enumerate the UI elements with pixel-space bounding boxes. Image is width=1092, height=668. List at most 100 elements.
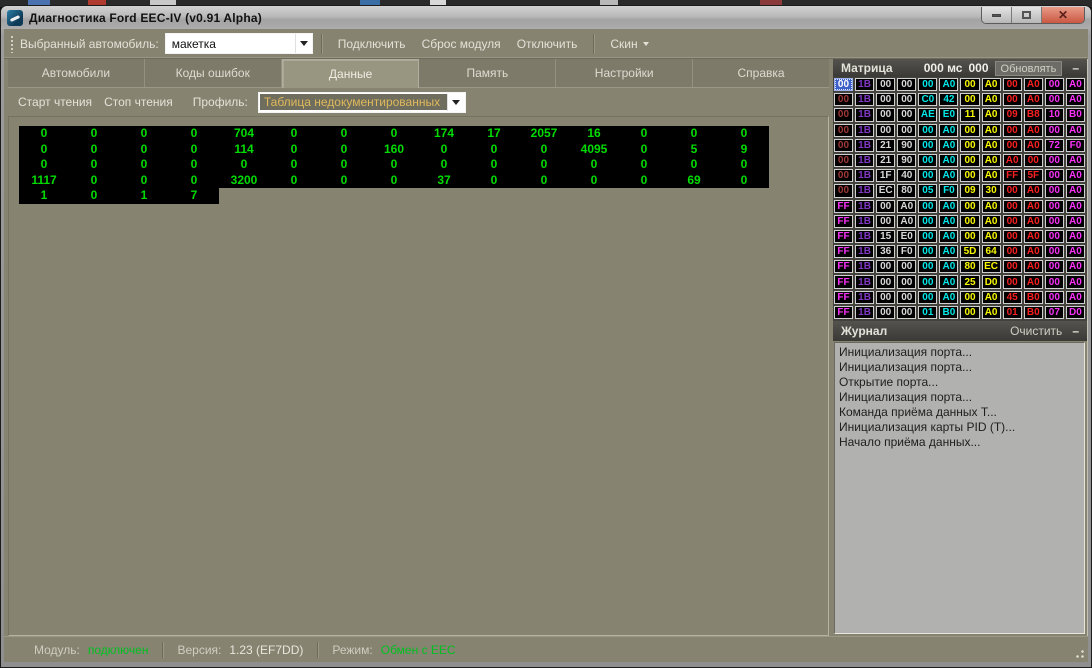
- matrix-cell[interactable]: F0: [939, 184, 958, 197]
- matrix-cell[interactable]: 00: [918, 291, 937, 304]
- matrix-cell[interactable]: A0: [982, 200, 1001, 213]
- matrix-cell[interactable]: 1B: [855, 139, 874, 152]
- matrix-cell[interactable]: 00: [918, 215, 937, 228]
- tab-Коды ошибок[interactable]: Коды ошибок: [145, 59, 282, 87]
- matrix-cell[interactable]: A0: [982, 215, 1001, 228]
- matrix-cell[interactable]: B0: [1024, 306, 1043, 319]
- matrix-cell[interactable]: A0: [982, 139, 1001, 152]
- matrix-cell[interactable]: A0: [1066, 291, 1085, 304]
- matrix-cell[interactable]: 00: [876, 275, 895, 288]
- matrix-cell[interactable]: 5F: [1024, 169, 1043, 182]
- matrix-cell[interactable]: 00: [897, 291, 916, 304]
- matrix-cell[interactable]: 00: [897, 78, 916, 91]
- matrix-cell[interactable]: E0: [897, 230, 916, 243]
- matrix-cell[interactable]: 00: [918, 260, 937, 273]
- matrix-cell[interactable]: FF: [834, 245, 853, 258]
- matrix-cell[interactable]: 00: [1003, 124, 1022, 137]
- matrix-cell[interactable]: 00: [960, 78, 979, 91]
- matrix-cell[interactable]: 00: [897, 260, 916, 273]
- matrix-cell[interactable]: 00: [918, 230, 937, 243]
- matrix-cell[interactable]: 00: [1003, 275, 1022, 288]
- matrix-cell[interactable]: 72: [1045, 139, 1064, 152]
- matrix-cell[interactable]: 00: [918, 124, 937, 137]
- skin-menu-button[interactable]: Скин: [602, 33, 656, 55]
- matrix-cell[interactable]: A0: [982, 169, 1001, 182]
- matrix-cell[interactable]: 00: [960, 306, 979, 319]
- matrix-cell[interactable]: 42: [939, 93, 958, 106]
- car-select-combobox[interactable]: макетка: [165, 33, 313, 54]
- tab-Справка[interactable]: Справка: [693, 59, 829, 87]
- matrix-cell[interactable]: A0: [1066, 93, 1085, 106]
- toolbar-grip-icon[interactable]: [10, 35, 14, 53]
- matrix-cell[interactable]: 00: [1003, 93, 1022, 106]
- matrix-cell[interactable]: 00: [897, 108, 916, 121]
- matrix-cell[interactable]: A0: [939, 154, 958, 167]
- title-bar[interactable]: Диагностика Ford EEC-IV (v0.91 Alpha) ✕: [1, 6, 1091, 29]
- matrix-cell[interactable]: A0: [1024, 260, 1043, 273]
- matrix-cell[interactable]: A0: [982, 78, 1001, 91]
- matrix-cell[interactable]: 45: [1003, 291, 1022, 304]
- matrix-cell[interactable]: FF: [834, 275, 853, 288]
- matrix-cell[interactable]: 36: [876, 245, 895, 258]
- matrix-cell[interactable]: 00: [918, 154, 937, 167]
- matrix-cell[interactable]: FF: [834, 215, 853, 228]
- matrix-cell[interactable]: 1B: [855, 124, 874, 137]
- matrix-cell[interactable]: 00: [834, 108, 853, 121]
- matrix-cell[interactable]: 15: [876, 230, 895, 243]
- matrix-cell[interactable]: 00: [1045, 124, 1064, 137]
- matrix-cell[interactable]: 25: [960, 275, 979, 288]
- matrix-cell[interactable]: A0: [982, 93, 1001, 106]
- matrix-cell[interactable]: 1B: [855, 93, 874, 106]
- matrix-cell[interactable]: 00: [960, 154, 979, 167]
- matrix-cell[interactable]: A0: [1024, 139, 1043, 152]
- matrix-refresh-button[interactable]: Обновлять: [995, 61, 1063, 76]
- matrix-cell[interactable]: A0: [939, 260, 958, 273]
- matrix-cell[interactable]: 00: [918, 139, 937, 152]
- matrix-cell[interactable]: A0: [982, 124, 1001, 137]
- tab-Память[interactable]: Память: [419, 59, 556, 87]
- matrix-cell[interactable]: 00: [897, 93, 916, 106]
- matrix-cell[interactable]: A0: [982, 291, 1001, 304]
- matrix-cell[interactable]: 00: [960, 93, 979, 106]
- matrix-cell[interactable]: 00: [897, 124, 916, 137]
- matrix-cell[interactable]: A0: [1024, 215, 1043, 228]
- matrix-cell[interactable]: 80: [897, 184, 916, 197]
- matrix-cell[interactable]: 00: [918, 78, 937, 91]
- matrix-cell[interactable]: A0: [939, 215, 958, 228]
- maximize-button-icon[interactable]: [1012, 7, 1042, 24]
- matrix-cell[interactable]: 00: [1045, 184, 1064, 197]
- matrix-cell[interactable]: 00: [960, 169, 979, 182]
- matrix-cell[interactable]: 00: [897, 306, 916, 319]
- matrix-cell[interactable]: D0: [1066, 306, 1085, 319]
- matrix-cell[interactable]: A0: [1024, 245, 1043, 258]
- matrix-cell[interactable]: 00: [960, 230, 979, 243]
- matrix-cell[interactable]: AE: [918, 108, 937, 121]
- matrix-cell[interactable]: 00: [834, 154, 853, 167]
- matrix-cell[interactable]: A0: [1066, 78, 1085, 91]
- matrix-cell[interactable]: A0: [939, 139, 958, 152]
- matrix-cell[interactable]: 1B: [855, 108, 874, 121]
- matrix-cell[interactable]: 00: [918, 245, 937, 258]
- matrix-cell[interactable]: 00: [1003, 215, 1022, 228]
- matrix-cell[interactable]: A0: [1066, 154, 1085, 167]
- matrix-cell[interactable]: 00: [1045, 78, 1064, 91]
- matrix-cell[interactable]: B0: [939, 306, 958, 319]
- matrix-cell[interactable]: 00: [834, 78, 853, 91]
- matrix-cell[interactable]: A0: [1066, 260, 1085, 273]
- matrix-cell[interactable]: FF: [834, 200, 853, 213]
- matrix-cell[interactable]: A0: [1024, 93, 1043, 106]
- close-button-icon[interactable]: ✕: [1042, 7, 1084, 24]
- matrix-cell[interactable]: 00: [960, 124, 979, 137]
- matrix-cell[interactable]: A0: [1024, 200, 1043, 213]
- tab-Данные[interactable]: Данные: [282, 59, 420, 88]
- matrix-cell[interactable]: A0: [982, 306, 1001, 319]
- matrix-cell[interactable]: A0: [1066, 200, 1085, 213]
- matrix-cell[interactable]: 00: [1045, 169, 1064, 182]
- matrix-cell[interactable]: 00: [918, 275, 937, 288]
- tab-Автомобили[interactable]: Автомобили: [8, 59, 145, 87]
- matrix-cell[interactable]: A0: [939, 230, 958, 243]
- matrix-cell[interactable]: 00: [1045, 260, 1064, 273]
- resize-grip-icon[interactable]: [1072, 646, 1085, 659]
- matrix-cell[interactable]: 21: [876, 139, 895, 152]
- matrix-cell[interactable]: A0: [939, 245, 958, 258]
